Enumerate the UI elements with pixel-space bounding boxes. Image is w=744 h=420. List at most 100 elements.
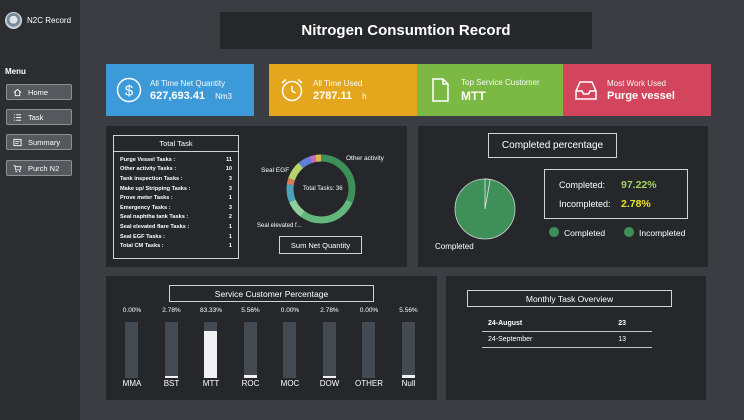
task-row-label: Prove meter Tasks : (120, 195, 173, 202)
svg-text:$: $ (125, 83, 134, 100)
kpi-label: Most Work Used (607, 78, 666, 88)
bar-column: 5.56% ROC (239, 307, 263, 388)
task-row-label: Seal elevated flare Tasks : (120, 223, 190, 230)
month-count: 13 (618, 336, 626, 343)
alarm-clock-icon (281, 78, 303, 102)
task-row: Seal naphtha tank Tasks : 2 (114, 213, 238, 223)
task-row: Seal EGF Tasks : 1 (114, 232, 238, 242)
bar-track (322, 322, 336, 378)
bar-value-label: 0.00% (359, 307, 379, 314)
row-divider (482, 347, 652, 348)
completed-label: Completed: (559, 180, 606, 190)
task-row: Total CM Tasks : 1 (114, 241, 238, 251)
monthly-task-title: Monthly Task Overview (467, 290, 672, 307)
task-row-label: Total CM Tasks : (120, 243, 164, 250)
bar-track (283, 322, 296, 378)
app-logo (5, 12, 22, 29)
donut-center-label: Total Tasks: 36 (303, 186, 343, 192)
task-row-value: 3 (228, 204, 232, 211)
kpi-value: Purge vessel (607, 89, 675, 102)
nav-task-button[interactable]: Task (6, 109, 72, 125)
nav-summary-button[interactable]: Summary (6, 134, 72, 150)
bar-category-label: MTT (202, 379, 220, 388)
donut-label-seal-elevated: Seal elevated f... (257, 223, 302, 229)
task-row-value: 10 (225, 166, 232, 173)
task-row: Tank inspection Tasks : 3 (114, 174, 238, 184)
task-row-label: Tank inspection Tasks : (120, 175, 183, 182)
nav-purch-label: Purch N2 (28, 163, 60, 173)
task-row: Other activity Tasks : 10 (114, 165, 238, 175)
row-divider (482, 331, 652, 332)
month-label: 24-August (488, 320, 523, 327)
kpi-card-most-work: Most Work Used Purge vessel (563, 64, 711, 116)
brand: N2C Record (5, 12, 71, 29)
bar-fill (204, 331, 217, 378)
bar-track (243, 322, 257, 378)
bar-category-label: Null (401, 379, 416, 388)
bar-value-label: 5.56% (241, 307, 260, 314)
total-task-table: Total Task Purge Vessel Tasks :11 Other a… (113, 135, 239, 259)
task-row-value: 1 (228, 233, 232, 240)
task-row-label: Make up/ Stripping Tasks : (120, 185, 191, 192)
document-icon (432, 78, 449, 102)
legend-completed-label: Completed (564, 228, 606, 238)
bar-category-label: DOW (319, 379, 340, 388)
nav-task-label: Task (28, 112, 44, 122)
bar-value-label: 5.56% (399, 307, 418, 314)
task-row-label: Emergency Tasks : (120, 204, 171, 211)
task-row-value: 3 (228, 185, 232, 192)
task-row-label: Seal EGF Tasks : (120, 233, 165, 240)
completed-value: 97.22% (621, 179, 657, 191)
kpi-card-time-used: All Time Used 2787.11 h (269, 64, 417, 116)
list-icon (13, 113, 22, 121)
home-icon (13, 88, 22, 96)
bar-fill (164, 376, 178, 378)
kpi-unit: h (362, 91, 367, 101)
inbox-icon (575, 81, 597, 100)
bar-column: 0.00% MMA (120, 307, 144, 388)
dollar-circle-icon: $ (116, 77, 142, 103)
cart-icon (13, 164, 22, 172)
month-count: 23 (618, 320, 626, 327)
kpi-label: Top Service Customer (461, 77, 540, 87)
bar-value-label: 2.78% (162, 307, 181, 314)
menu-label: Menu (5, 67, 26, 76)
kpi-card-top-customer: Top Service Customer MTT (417, 64, 565, 116)
monthly-row: 24-August 23 (488, 320, 652, 327)
bar-fill (322, 376, 336, 378)
kpi-value: 2787.11 (313, 89, 353, 102)
task-row: Seal elevated flare Tasks : 1 (114, 222, 238, 232)
bar-fill (401, 374, 415, 378)
completion-stats-box: Completed: 97.22% Incompleted: 2.78% (544, 169, 688, 219)
task-row: Make up/ Stripping Tasks : 3 (114, 184, 238, 194)
completed-pie-chart (454, 178, 516, 240)
task-row-label: Purge Vessel Tasks : (120, 156, 176, 163)
task-row-value: 1 (228, 243, 232, 250)
task-row-value: 1 (228, 223, 232, 230)
bar-column: 0.00% OTHER (355, 307, 383, 388)
monthly-row: 24-September 13 (488, 336, 652, 343)
bar-column: 2.78% DOW (318, 307, 342, 388)
bar-column: 5.56% Null (397, 307, 421, 388)
task-row: Emergency Tasks : 3 (114, 203, 238, 213)
bar-track (204, 322, 217, 378)
nav-purch-button[interactable]: Purch N2 (6, 160, 72, 176)
kpi-unit: Nm3 (215, 91, 232, 101)
bar-track (362, 322, 375, 378)
task-row-label: Other activity Tasks : (120, 166, 177, 173)
kpi-value: 627,693.41 (150, 89, 206, 102)
app-title: N2C Record (27, 16, 72, 25)
legend-incompleted-label: Incompleted (639, 228, 686, 238)
pie-label-completed: Completed (435, 242, 474, 251)
donut-label-seal-egf: Seal EGF (261, 167, 290, 174)
nav-home-button[interactable]: Home (6, 84, 72, 100)
sidebar: N2C Record Menu Home Task Summary Purch … (0, 0, 80, 420)
kpi-value: MTT (461, 88, 486, 103)
summary-icon (13, 138, 22, 146)
bar-category-label: BST (163, 379, 180, 388)
sum-net-quantity-button[interactable]: Sum Net Quantity (279, 236, 362, 254)
month-label: 24-September (488, 336, 533, 343)
kpi-label: All Time Net Quantity (150, 78, 226, 88)
bar-fill (243, 374, 257, 378)
bar-category-label: MOC (280, 379, 300, 388)
